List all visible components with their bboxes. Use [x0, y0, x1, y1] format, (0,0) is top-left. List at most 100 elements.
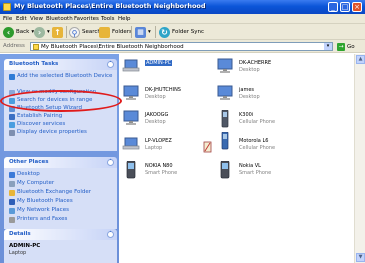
address-input[interactable]: My Bluetooth Places\Entire Bluetooth Nei…	[30, 42, 333, 51]
folders-button[interactable]: Folders	[99, 26, 132, 38]
toolbar: ‹ Back ▾ › ▾ ↑ ⚲ Search Folders ▦ ▾ ↻ Fo…	[0, 24, 365, 40]
device-name: DK-JHUTCHINS	[145, 87, 181, 93]
menu-edit[interactable]: Edit	[16, 16, 27, 22]
place-exchange-folder-label: Bluetooth Exchange Folder	[17, 189, 92, 195]
views-icon: ▦	[135, 26, 146, 38]
device-type: Desktop	[145, 94, 166, 100]
device-name: ADMIN-PC	[143, 59, 174, 67]
device-name: Nokia VL	[239, 163, 261, 169]
other-places-header[interactable]: Other Places ˄	[4, 157, 117, 168]
forward-dropdown-icon[interactable]: ▾	[47, 29, 50, 35]
device-type: Desktop	[239, 67, 260, 73]
device-name: NOKIA N80	[145, 163, 173, 169]
maximize-button[interactable]: □	[340, 2, 350, 12]
laptop-icon	[122, 59, 140, 72]
go-button[interactable]: → Go	[337, 42, 355, 51]
bluetooth-tasks-title: Bluetooth Tasks	[9, 61, 59, 67]
smartphone-icon	[220, 161, 230, 179]
menu-help[interactable]: Help	[118, 16, 131, 22]
address-bar: Address My Bluetooth Places\Entire Bluet…	[0, 40, 365, 53]
task-establish-pairing[interactable]: Establish Pairing	[9, 113, 62, 121]
phone-stand-icon	[203, 141, 212, 153]
back-label: Back	[16, 29, 30, 35]
up-button[interactable]: ↑	[52, 26, 63, 38]
folder-sync-button[interactable]: ↻ Folder Sync	[159, 26, 204, 38]
place-network-places[interactable]: My Network Places	[9, 207, 69, 215]
back-button[interactable]: ‹ Back ▾	[3, 26, 34, 38]
folders-label: Folders	[112, 29, 132, 35]
task-discover-services-label: Discover services	[17, 121, 66, 127]
details-title: Details	[9, 231, 31, 237]
menu-bar: File Edit View Bluetooth Favorites Tools…	[0, 14, 365, 24]
search-icon: ⚲	[69, 26, 80, 38]
address-dropdown-icon[interactable]: ▾	[324, 43, 332, 50]
smartphone-icon	[126, 161, 136, 179]
views-dropdown-icon[interactable]: ▾	[148, 29, 151, 35]
go-label: Go	[347, 43, 355, 50]
desktop-icon	[217, 85, 233, 100]
folder-sync-label: Folder Sync	[172, 29, 205, 35]
bluetooth-tasks-header[interactable]: Bluetooth Tasks ˄	[4, 59, 117, 70]
collapse-icon[interactable]: ˄	[107, 61, 114, 68]
desktop-icon	[217, 58, 233, 73]
device-item[interactable]: james Desktop	[215, 85, 333, 107]
laptop-icon	[122, 137, 140, 150]
explorer-window: My Bluetooth Places\Entire Bluetooth Nei…	[0, 0, 365, 263]
task-display-properties[interactable]: Display device properties	[9, 129, 87, 137]
vertical-scrollbar[interactable]: ▲ ▼	[354, 54, 365, 263]
collapse-icon[interactable]: ˄	[107, 231, 114, 238]
forward-button[interactable]: › ▾	[34, 26, 50, 38]
printer-icon	[9, 217, 15, 223]
device-type: Desktop	[145, 119, 166, 125]
task-display-properties-label: Display device properties	[17, 129, 87, 135]
place-exchange-folder[interactable]: Bluetooth Exchange Folder	[9, 189, 91, 197]
address-value: My Bluetooth Places\Entire Bluetooth Nei…	[41, 44, 184, 50]
desktop-icon	[9, 172, 15, 178]
device-name: LP-VLOPEZ	[145, 138, 172, 144]
place-desktop[interactable]: Desktop	[9, 171, 40, 179]
task-add-device-label: Add the selected Bluetooth Device	[17, 73, 113, 79]
device-item[interactable]: Motorola L6 Cellular Phone	[203, 132, 333, 154]
device-item[interactable]: DK-ACHERRE Desktop	[215, 58, 333, 80]
bluetooth-add-icon	[9, 74, 15, 80]
place-my-computer[interactable]: My Computer	[9, 180, 54, 188]
device-item[interactable]: Nokia VL Smart Phone	[215, 161, 333, 183]
place-network-places-label: My Network Places	[17, 207, 69, 213]
scroll-up-icon[interactable]: ▲	[356, 55, 365, 64]
details-device-type: Laptop	[9, 250, 27, 256]
details-body: ADMIN-PC Laptop	[4, 240, 117, 263]
details-header[interactable]: Details ˄	[4, 229, 117, 240]
menu-view[interactable]: View	[30, 16, 43, 22]
computer-icon	[9, 181, 15, 187]
network-icon	[9, 208, 15, 214]
minimize-button[interactable]: _	[328, 2, 338, 12]
menu-file[interactable]: File	[3, 16, 12, 22]
other-places-title: Other Places	[9, 159, 49, 165]
go-arrow-icon: →	[337, 42, 345, 51]
folder-sync-icon: ↻	[159, 26, 170, 38]
cellphone-icon	[221, 132, 229, 150]
search-button[interactable]: ⚲ Search	[69, 26, 101, 38]
desktop-icon	[123, 85, 139, 100]
close-button[interactable]: ×	[352, 2, 362, 12]
back-arrow-icon: ‹	[3, 26, 14, 38]
place-printers[interactable]: Printers and Faxes	[9, 216, 67, 224]
collapse-icon[interactable]: ˄	[107, 159, 114, 166]
device-type: Cellular Phone	[239, 145, 276, 151]
place-bluetooth-places[interactable]: My Bluetooth Places	[9, 198, 73, 206]
task-add-device[interactable]: Add the selected Bluetooth Device	[9, 73, 117, 88]
discover-services-icon	[9, 122, 15, 128]
folders-icon	[99, 26, 110, 38]
window-title: My Bluetooth Places\Entire Bluetooth Nei…	[14, 2, 206, 10]
menu-favorites[interactable]: Favorites	[74, 16, 99, 22]
device-list: ADMIN-PC DK-ACHERRE Desktop DK-JHUTCHINS…	[119, 54, 365, 263]
views-button[interactable]: ▦ ▾	[135, 26, 151, 38]
device-item[interactable]: K300i Cellular Phone	[215, 110, 333, 132]
place-desktop-label: Desktop	[17, 171, 40, 177]
menu-bluetooth[interactable]: Bluetooth	[46, 16, 73, 22]
device-name: DK-ACHERRE	[239, 60, 272, 66]
task-discover-services[interactable]: Discover services	[9, 121, 65, 129]
menu-tools[interactable]: Tools	[101, 16, 115, 22]
scroll-down-icon[interactable]: ▼	[356, 253, 365, 262]
folder-up-icon: ↑	[52, 26, 63, 38]
